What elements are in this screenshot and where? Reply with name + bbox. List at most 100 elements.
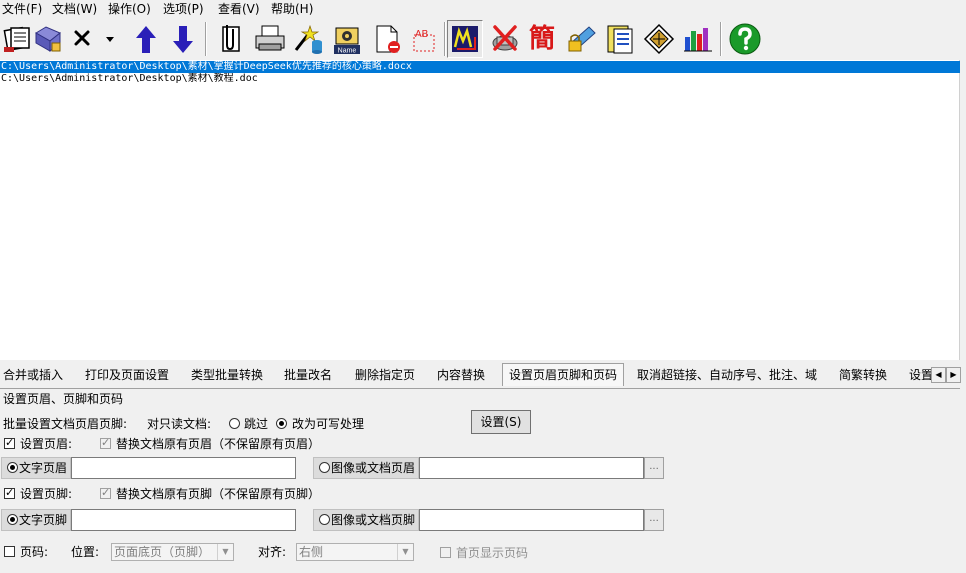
move-down-button[interactable]	[165, 20, 201, 58]
toolbar: Name AB 簡	[0, 18, 966, 60]
bar-chart-icon	[684, 28, 712, 52]
header-footer-icon	[452, 26, 478, 52]
tab-merge-insert[interactable]: 合并或插入	[1, 365, 65, 385]
tab-header-footer[interactable]: 设置页眉页脚和页码	[502, 363, 625, 386]
statistics-button[interactable]	[680, 20, 716, 58]
first-page-number-label: 首页显示页码	[456, 546, 529, 560]
properties-icon	[607, 25, 633, 54]
tab-settings[interactable]: 设置	[907, 365, 931, 385]
ab-text: AB	[415, 29, 429, 40]
align-select[interactable]: 右侧 ▼	[296, 543, 414, 561]
tab-remove-hyperlinks[interactable]: 取消超链接、自动序号、批注、域	[635, 365, 819, 385]
tab-type-convert[interactable]: 类型批量转换	[189, 365, 265, 385]
help-button[interactable]	[727, 20, 763, 58]
folder-icon	[35, 26, 61, 53]
image-header-label: 图像或文档页眉	[331, 461, 416, 475]
tab-batch-rename[interactable]: 批量改名	[282, 365, 334, 385]
add-folder-button[interactable]	[30, 20, 66, 58]
writable-label: 改为可写处理	[292, 417, 365, 431]
set-footer-label: 设置页脚:	[20, 487, 73, 501]
page-number-label: 页码:	[20, 545, 49, 559]
close-icon	[74, 30, 90, 46]
position-select[interactable]: 页面底页（页脚） ▼	[111, 543, 234, 561]
readonly-label: 对只读文档:	[147, 417, 212, 431]
text-header-option[interactable]: 文字页眉	[1, 457, 71, 479]
set-footer-checkbox[interactable]	[4, 486, 15, 500]
chevron-down-icon: ▼	[217, 544, 233, 560]
tab-scroll-left-button[interactable]: ◀	[931, 367, 946, 383]
text-footer-input[interactable]	[71, 509, 296, 531]
first-page-number-checkbox[interactable]	[440, 547, 451, 558]
replace-header-label: 替换文档原有页眉（不保留原有页眉）	[116, 437, 321, 451]
position-value: 页面底页（页脚）	[114, 545, 211, 559]
set-header-checkbox[interactable]	[4, 436, 15, 450]
security-button[interactable]	[564, 20, 600, 58]
replace-ab-icon: AB	[413, 29, 435, 52]
writable-radio[interactable]	[276, 418, 287, 429]
tab-content-replace[interactable]: 内容替换	[435, 365, 487, 385]
name-tag-text: Name	[338, 48, 357, 55]
tab-print-page-setup[interactable]: 打印及页面设置	[83, 365, 171, 385]
page-delete-icon	[376, 25, 400, 53]
tab-delete-pages[interactable]: 删除指定页	[353, 365, 417, 385]
batch-label: 批量设置文档页眉页脚:	[3, 417, 128, 431]
remove-links-button[interactable]	[487, 20, 523, 58]
skip-label: 跳过	[244, 417, 269, 431]
document-tools-button[interactable]	[641, 20, 677, 58]
move-up-button[interactable]	[128, 20, 164, 58]
menu-document[interactable]: 文档(W)	[52, 2, 97, 16]
text-footer-radio[interactable]	[7, 514, 18, 525]
arrow-down-icon	[173, 26, 193, 53]
image-footer-browse-button[interactable]: ...	[644, 509, 664, 531]
replace-button[interactable]: AB	[406, 20, 442, 58]
file-list-item[interactable]: C:\Users\Administrator\Desktop\素材\掌握计Dee…	[0, 61, 960, 73]
skip-radio[interactable]	[229, 418, 240, 429]
list-edge	[960, 60, 966, 360]
setup-button[interactable]: 设置(S)	[471, 410, 531, 434]
menu-view[interactable]: 查看(V)	[218, 2, 260, 16]
menu-bar: 文件(F) 文档(W) 操作(O) 选项(P) 查看(V) 帮助(H)	[0, 0, 966, 18]
replace-footer-label: 替换文档原有页脚（不保留原有页脚）	[116, 487, 321, 501]
remove-button[interactable]	[64, 20, 100, 58]
paperclip-icon	[222, 25, 240, 52]
image-header-input[interactable]	[419, 457, 644, 479]
header-footer-button[interactable]	[447, 20, 483, 58]
position-label: 位置:	[71, 545, 100, 559]
replace-header-checkbox[interactable]	[100, 436, 111, 450]
attach-button[interactable]	[212, 20, 248, 58]
link-remove-icon	[492, 25, 518, 51]
image-footer-input[interactable]	[419, 509, 644, 531]
help-icon	[729, 23, 761, 55]
image-footer-option[interactable]: 图像或文档页脚	[313, 509, 419, 531]
image-footer-radio[interactable]	[319, 514, 330, 525]
file-list[interactable]: C:\Users\Administrator\Desktop\素材\掌握计Dee…	[0, 60, 960, 360]
menu-operation[interactable]: 操作(O)	[108, 2, 151, 16]
text-footer-option[interactable]: 文字页脚	[1, 509, 71, 531]
simplified-traditional-button[interactable]: 簡	[524, 20, 560, 58]
image-header-browse-button[interactable]: ...	[644, 457, 664, 479]
menu-file[interactable]: 文件(F)	[2, 2, 42, 16]
file-list-item[interactable]: C:\Users\Administrator\Desktop\素材\教程.doc	[0, 73, 960, 85]
image-header-radio[interactable]	[319, 462, 330, 473]
menu-help[interactable]: 帮助(H)	[271, 2, 313, 16]
convert-button[interactable]	[290, 20, 326, 58]
properties-button[interactable]	[602, 20, 638, 58]
print-button[interactable]	[252, 20, 288, 58]
image-header-option[interactable]: 图像或文档页眉	[313, 457, 419, 479]
tab-simplified-traditional[interactable]: 简繁转换	[837, 365, 889, 385]
header-footer-panel: 设置页眉、页脚和页码 批量设置文档页眉页脚: 对只读文档: 跳过 改为可写处理 …	[0, 388, 960, 573]
chevron-down-icon	[106, 37, 114, 42]
printer-icon	[255, 25, 285, 51]
text-header-radio[interactable]	[7, 462, 18, 473]
text-header-input[interactable]	[71, 457, 296, 479]
page-number-checkbox[interactable]	[4, 546, 15, 557]
remove-dropdown-button[interactable]	[100, 20, 120, 58]
replace-footer-checkbox[interactable]	[100, 486, 111, 500]
rename-button[interactable]: Name	[330, 20, 366, 58]
text-footer-label: 文字页脚	[19, 513, 68, 527]
tab-scroll-right-button[interactable]: ▶	[946, 367, 961, 383]
delete-page-button[interactable]	[369, 20, 405, 58]
menu-options[interactable]: 选项(P)	[163, 2, 204, 16]
rename-icon: Name	[334, 27, 360, 55]
toolbar-separator	[444, 22, 446, 56]
